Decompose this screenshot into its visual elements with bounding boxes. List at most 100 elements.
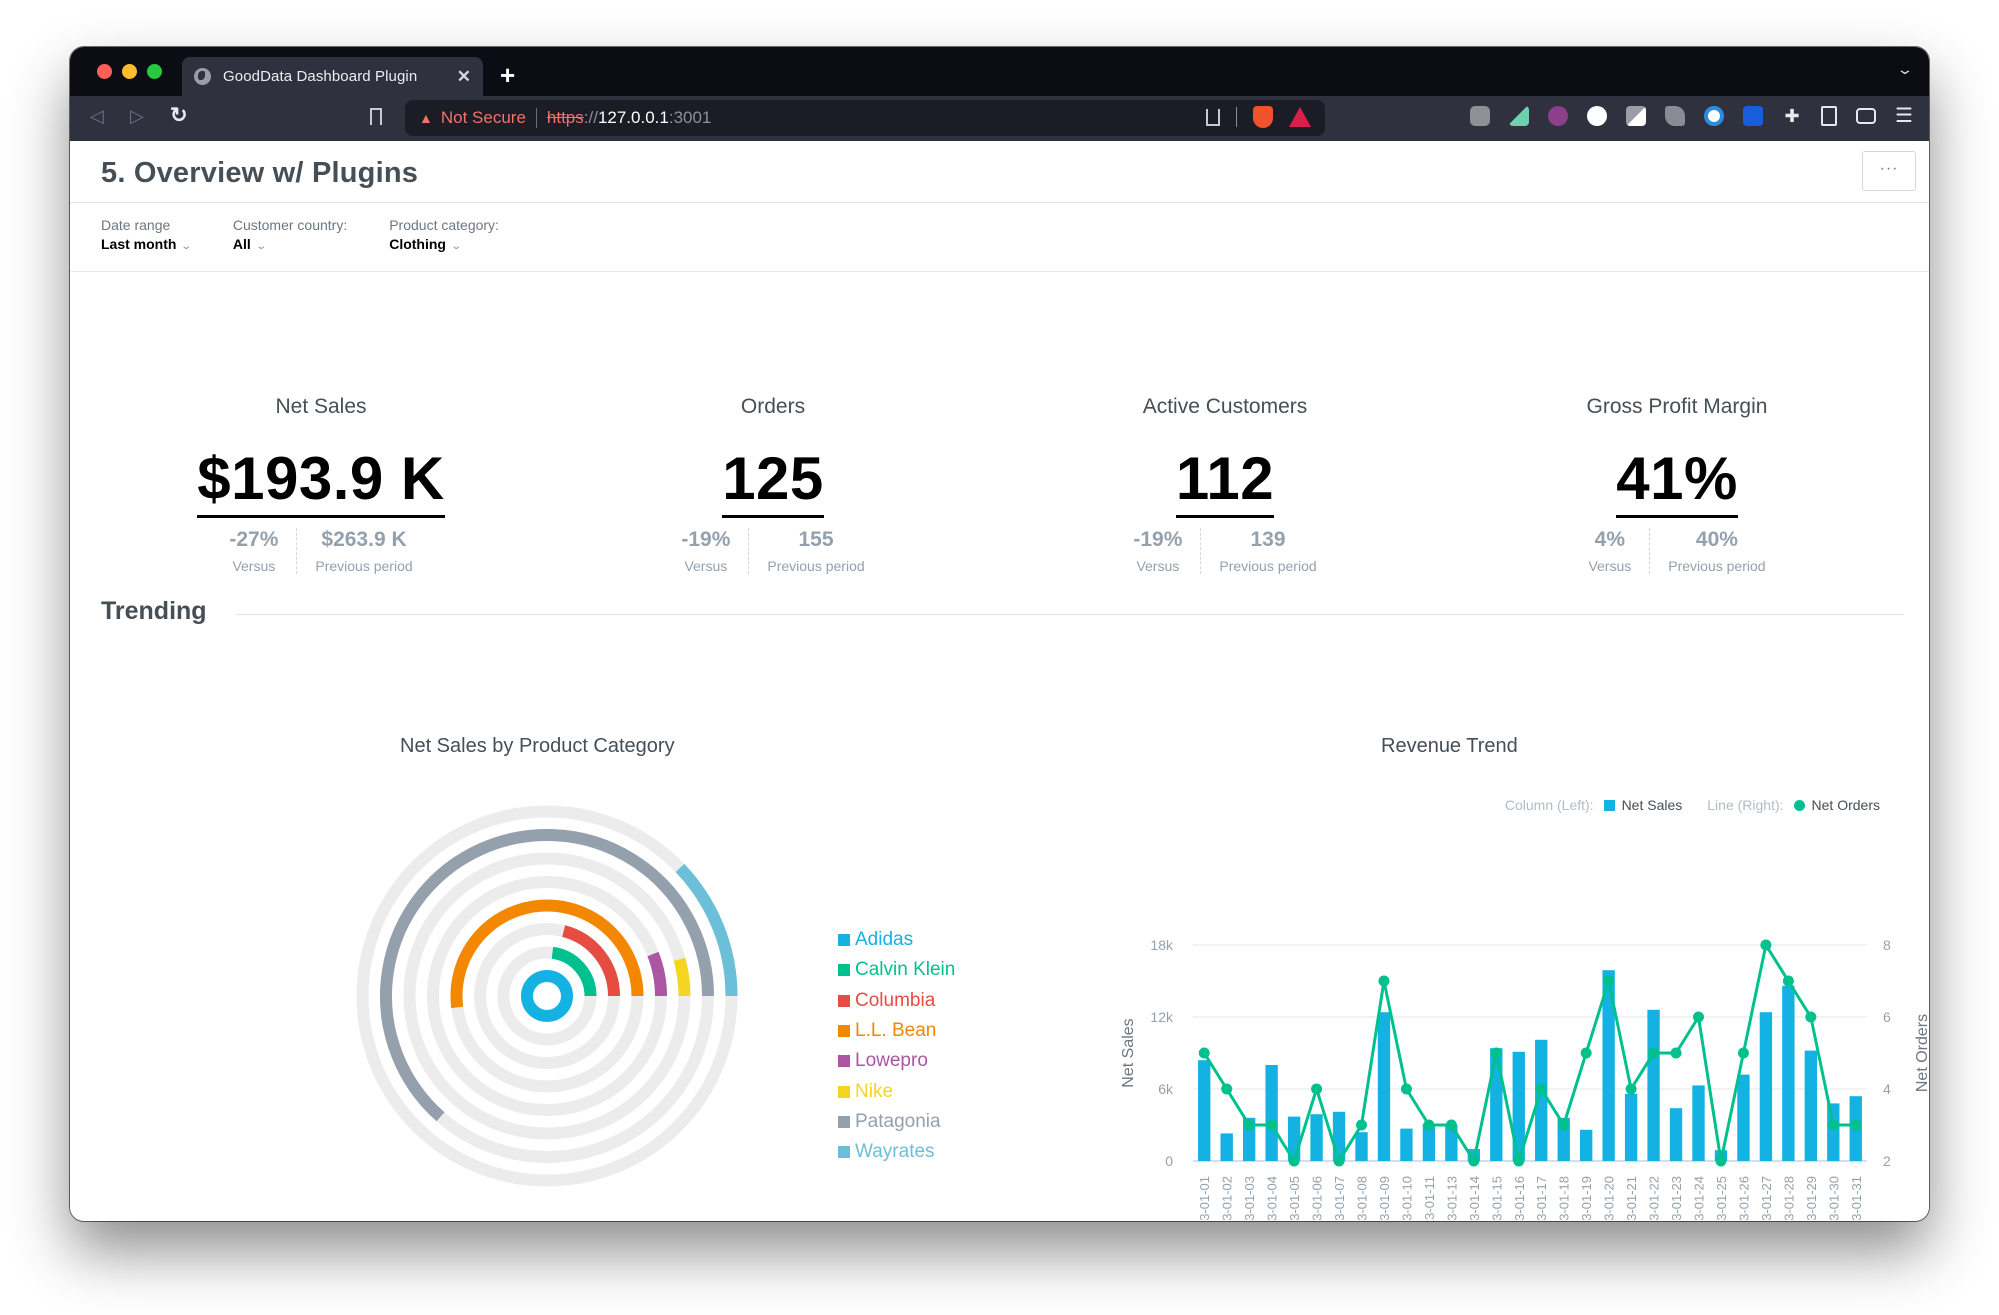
sidebar-icon[interactable] (1821, 106, 1837, 126)
security-status[interactable]: Not Secure (441, 108, 526, 128)
net-orders-point[interactable] (1805, 1011, 1817, 1023)
net-orders-point[interactable] (1648, 1047, 1660, 1059)
legend-label: Lowepro (855, 1050, 928, 1072)
legend-line-prefix: Line (Right): (1707, 797, 1784, 813)
net-orders-point[interactable] (1850, 1119, 1862, 1131)
minimize-window-button[interactable] (122, 64, 137, 79)
x-tick-label: 2023-01-10 (1399, 1176, 1414, 1221)
menu-icon[interactable]: ☰ (1895, 106, 1913, 126)
legend-item[interactable]: Wayrates (838, 1137, 955, 1167)
net-orders-point[interactable] (1737, 1047, 1749, 1059)
address-bar[interactable]: ▲ Not Secure https://127.0.0.1:3001 (405, 100, 1325, 136)
net-sales-bar[interactable] (1198, 1060, 1211, 1161)
close-tab-icon[interactable]: ✕ (457, 67, 471, 87)
y-tick-label: 18k (1150, 937, 1174, 953)
net-sales-bar[interactable] (1265, 1065, 1278, 1161)
pen-icon[interactable] (1509, 106, 1529, 126)
legend-item[interactable]: Adidas (838, 925, 955, 955)
forward-button[interactable]: ▷ (130, 106, 144, 127)
spiral-icon[interactable] (1548, 106, 1568, 126)
net-orders-point[interactable] (1400, 1083, 1412, 1095)
legend-item[interactable]: Columbia (838, 986, 955, 1016)
net-sales-bar[interactable] (1647, 1009, 1660, 1161)
net-orders-point[interactable] (1288, 1155, 1300, 1167)
net-sales-bar[interactable] (1692, 1085, 1705, 1161)
net-sales-bar[interactable] (1377, 1012, 1391, 1161)
net-sales-bar[interactable] (1759, 1012, 1773, 1161)
reload-button[interactable]: ↻ (170, 103, 188, 128)
legend-item[interactable]: Nike (838, 1076, 955, 1106)
net-sales-bar[interactable] (1624, 1093, 1638, 1161)
more-options-button[interactable]: ··· (1862, 151, 1916, 191)
net-sales-bar[interactable] (1490, 1048, 1503, 1161)
net-orders-point[interactable] (1670, 1047, 1682, 1059)
puzzle-icon[interactable]: ✚ (1782, 106, 1802, 126)
legend-item[interactable]: Patagonia (838, 1107, 955, 1137)
net-sales-bar[interactable] (1355, 1132, 1368, 1161)
net-orders-point[interactable] (1513, 1155, 1525, 1167)
script-icon[interactable] (1665, 106, 1685, 126)
legend-item-net-orders[interactable]: Net Orders (1793, 797, 1880, 813)
net-sales-bar[interactable] (1669, 1108, 1683, 1161)
maximize-window-button[interactable] (147, 64, 162, 79)
radial-bar-nike[interactable] (673, 957, 691, 997)
brave-rewards-icon[interactable] (1289, 107, 1311, 127)
bitwarden-icon[interactable] (1743, 106, 1763, 126)
net-orders-point[interactable] (1625, 1083, 1637, 1095)
legend-item[interactable]: Calvin Klein (838, 955, 955, 985)
net-orders-point[interactable] (1827, 1119, 1839, 1131)
x-tick-label: 2023-01-06 (1310, 1176, 1325, 1221)
net-orders-point[interactable] (1311, 1083, 1323, 1095)
net-orders-point[interactable] (1198, 1047, 1210, 1059)
kpi-active-customers[interactable]: Active Customers 112 -19% Versus 139 Previ… (1015, 395, 1435, 574)
net-sales-bar[interactable] (1737, 1074, 1750, 1161)
browser-tab[interactable]: GoodData Dashboard Plugin ✕ (182, 57, 483, 96)
bookmark-icon[interactable] (370, 108, 382, 125)
radial-bar-adidas[interactable] (521, 970, 573, 1022)
close-window-button[interactable] (97, 64, 112, 79)
net-orders-point[interactable] (1243, 1119, 1255, 1131)
kpi-change-label: Versus (1588, 558, 1632, 574)
net-orders-point[interactable] (1266, 1119, 1278, 1131)
legend-item-net-sales[interactable]: Net Sales (1603, 797, 1682, 813)
brave-shields-icon[interactable] (1253, 106, 1273, 128)
kpi-gross-profit-margin[interactable]: Gross Profit Margin 41% 4% Versus 40% Prev… (1467, 395, 1887, 574)
net-sales-bar[interactable] (1400, 1128, 1413, 1161)
net-orders-point[interactable] (1445, 1119, 1457, 1131)
wallet-icon[interactable] (1856, 108, 1876, 124)
net-sales-bar[interactable] (1579, 1129, 1593, 1161)
legend-item[interactable]: L.L. Bean (838, 1016, 955, 1046)
net-orders-point[interactable] (1558, 1119, 1570, 1131)
net-sales-bar[interactable] (1782, 985, 1795, 1161)
net-orders-point[interactable] (1333, 1155, 1345, 1167)
json-icon[interactable] (1587, 106, 1607, 126)
legend-item[interactable]: Lowepro (838, 1046, 955, 1076)
net-orders-point[interactable] (1693, 1011, 1704, 1023)
net-orders-point[interactable] (1423, 1119, 1435, 1131)
net-orders-point[interactable] (1356, 1119, 1367, 1131)
net-orders-point[interactable] (1782, 975, 1794, 987)
back-button[interactable]: ◁ (90, 106, 104, 127)
x-tick-label: 2023-01-27 (1759, 1176, 1774, 1221)
net-orders-point[interactable] (1535, 1083, 1547, 1095)
password-icon[interactable] (1704, 106, 1724, 126)
tab-list-chevron-icon[interactable]: ⌄ (1896, 61, 1914, 78)
net-sales-bar[interactable] (1827, 1103, 1840, 1161)
net-orders-point[interactable] (1603, 975, 1615, 987)
net-sales-bar[interactable] (1310, 1114, 1323, 1161)
windows-icon[interactable] (1626, 106, 1646, 126)
net-orders-point[interactable] (1221, 1083, 1233, 1095)
net-sales-bar[interactable] (1220, 1133, 1233, 1161)
net-sales-bar[interactable] (1804, 1050, 1818, 1161)
net-orders-point[interactable] (1760, 939, 1772, 951)
share-icon[interactable] (1206, 108, 1220, 126)
x-tick-label: 2023-01-30 (1826, 1176, 1841, 1221)
new-tab-button[interactable]: + (500, 57, 515, 93)
net-orders-point[interactable] (1378, 975, 1390, 987)
net-orders-point[interactable] (1468, 1155, 1480, 1167)
net-orders-point[interactable] (1715, 1155, 1727, 1167)
radial-bar-lowepro[interactable] (647, 951, 667, 997)
net-orders-point[interactable] (1580, 1047, 1592, 1059)
camera-icon[interactable] (1470, 106, 1490, 126)
net-orders-point[interactable] (1490, 1047, 1502, 1059)
